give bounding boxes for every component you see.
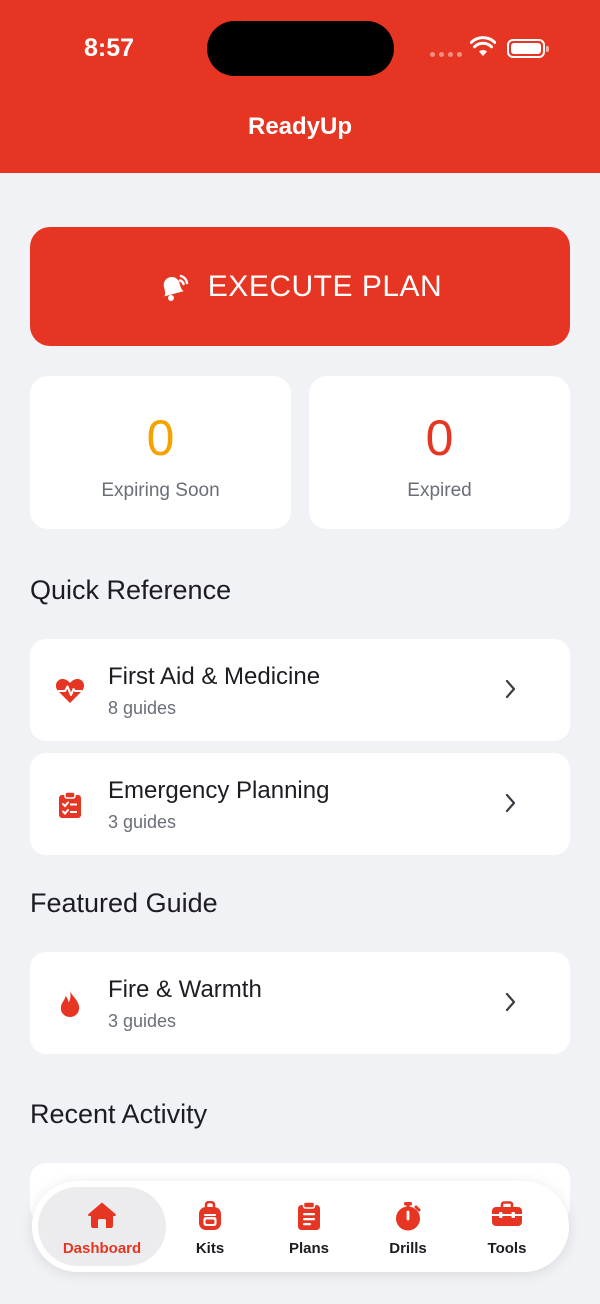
quick-reference-heading: Quick Reference xyxy=(30,575,232,605)
expired-card[interactable]: 0 Expired xyxy=(309,376,570,529)
backpack-icon xyxy=(199,1201,221,1230)
execute-plan-button[interactable]: EXECUTE PLAN xyxy=(30,227,570,346)
page-title: ReadyUp xyxy=(247,113,353,140)
tab-label: Kits xyxy=(195,1240,225,1257)
home-icon xyxy=(88,1202,116,1228)
tab-drills[interactable]: Drills xyxy=(358,1187,458,1266)
guide-item-emergency-planning[interactable]: Emergency Planning 3 guides xyxy=(30,753,570,855)
tab-label: Dashboard xyxy=(62,1240,142,1257)
flame-icon xyxy=(55,990,85,1018)
clipboard-check-icon xyxy=(55,791,85,819)
tab-dashboard[interactable]: Dashboard xyxy=(38,1187,166,1266)
guide-count: 3 guides xyxy=(108,812,177,832)
featured-guide-card[interactable]: Fire & Warmth 3 guides xyxy=(30,952,570,1054)
battery-icon xyxy=(507,39,549,58)
chevron-right-icon xyxy=(505,992,516,1012)
expired-label: Expired xyxy=(407,480,472,501)
clipboard-icon xyxy=(298,1201,320,1230)
chevron-right-icon xyxy=(505,679,516,699)
expired-count: 0 xyxy=(425,410,454,466)
tab-tools[interactable]: Tools xyxy=(457,1187,557,1266)
tab-kits[interactable]: Kits xyxy=(160,1187,260,1266)
expiring-soon-card[interactable]: 0 Expiring Soon xyxy=(30,376,291,529)
featured-guide-heading: Featured Guide xyxy=(30,888,218,918)
dynamic-island xyxy=(207,21,394,76)
guide-title: Emergency Planning xyxy=(108,777,330,804)
cellular-signal-icon xyxy=(430,52,462,57)
execute-plan-label: EXECUTE PLAN xyxy=(207,269,443,303)
toolbox-icon xyxy=(492,1201,522,1226)
tab-label: Drills xyxy=(389,1240,427,1257)
expiring-soon-count: 0 xyxy=(146,410,175,466)
tab-label: Plans xyxy=(288,1240,330,1257)
guide-title: First Aid & Medicine xyxy=(108,663,321,690)
app-header: 8:57 ReadyUp xyxy=(0,0,600,173)
tab-label: Tools xyxy=(487,1240,527,1257)
tab-bar: Dashboard Kits Plans Drills Tools xyxy=(32,1181,569,1272)
recent-activity-heading: Recent Activity xyxy=(30,1099,208,1129)
heart-pulse-icon xyxy=(55,677,85,705)
stopwatch-icon xyxy=(396,1202,421,1231)
alarm-bell-icon xyxy=(163,274,189,301)
chevron-right-icon xyxy=(505,793,516,813)
guide-item-first-aid[interactable]: First Aid & Medicine 8 guides xyxy=(30,639,570,741)
guide-title: Fire & Warmth xyxy=(108,976,262,1003)
status-time: 8:57 xyxy=(84,34,135,62)
wifi-icon xyxy=(470,36,496,56)
expiring-soon-label: Expiring Soon xyxy=(101,480,220,501)
guide-count: 8 guides xyxy=(108,698,177,718)
tab-plans[interactable]: Plans xyxy=(259,1187,359,1266)
guide-count: 3 guides xyxy=(108,1011,177,1031)
